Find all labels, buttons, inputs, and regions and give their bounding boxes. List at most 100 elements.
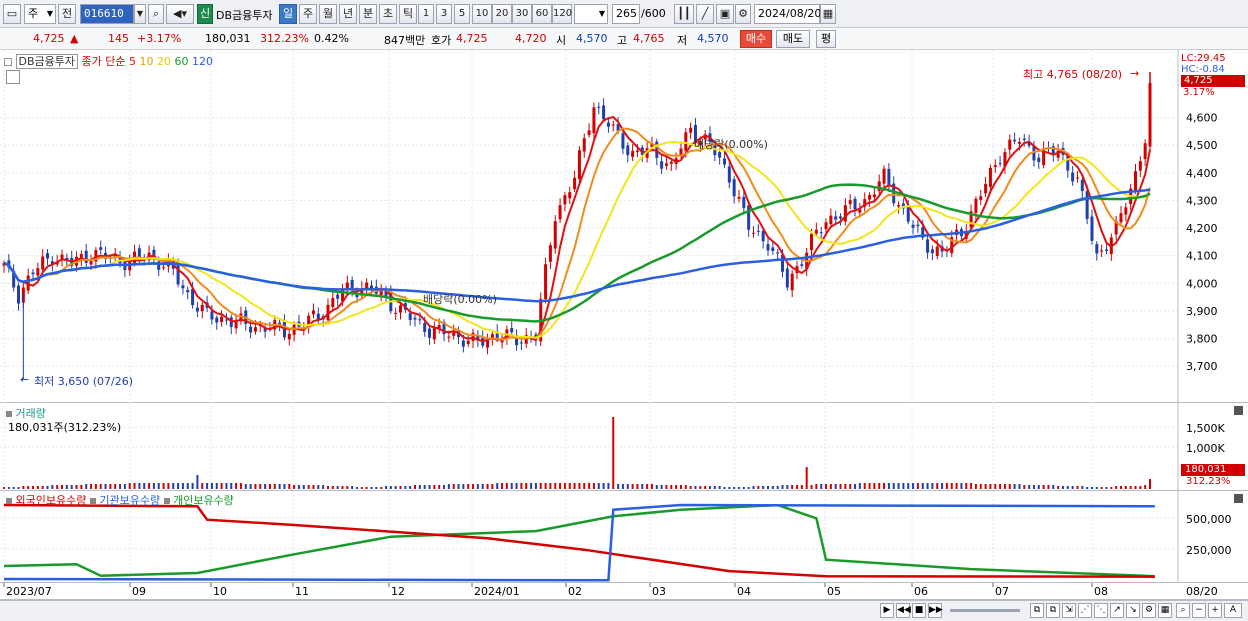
- candle-body: [162, 267, 166, 269]
- sell-button[interactable]: 매도: [776, 30, 810, 48]
- save-icon[interactable]: ▣: [716, 4, 734, 24]
- sound-icon[interactable]: ◀▾: [166, 4, 194, 24]
- candle-body: [215, 317, 219, 323]
- eval-button[interactable]: 평: [816, 30, 836, 48]
- price-change: 145: [108, 32, 129, 45]
- holdings-chart-pane[interactable]: 외국인보유수량 기관보유수량 개인보유수량 500,000 250,000: [0, 491, 1248, 583]
- candle-body: [548, 245, 552, 262]
- interval-3[interactable]: 3: [436, 4, 452, 24]
- tab-daily[interactable]: 일: [279, 4, 297, 24]
- tab-tick[interactable]: 틱: [399, 4, 417, 24]
- period-select[interactable]: 주 ▼: [24, 4, 56, 24]
- volume-chart[interactable]: [0, 403, 1248, 491]
- open-label: 시: [556, 34, 567, 47]
- interval-20[interactable]: 20: [492, 4, 512, 24]
- volume-bar: [747, 487, 750, 489]
- fit-icon[interactable]: ⇲: [1062, 603, 1076, 618]
- current-price-tag: 4,725: [1181, 75, 1245, 87]
- trend-icon[interactable]: ↗: [1110, 603, 1124, 618]
- candle-body: [974, 198, 978, 213]
- price-tick-label: 4,000: [1186, 277, 1218, 290]
- chart-options-icon[interactable]: [6, 70, 20, 84]
- volume-bar: [921, 483, 924, 489]
- candle-body: [587, 130, 591, 135]
- date-input[interactable]: 2024/08/20: [754, 4, 821, 24]
- layout-icon[interactable]: ⧉: [1030, 603, 1044, 618]
- pattern-2-icon[interactable]: ⋱: [1094, 603, 1108, 618]
- chart-menu-icon[interactable]: ▭: [3, 4, 21, 24]
- price-chart-pane[interactable]: 4,600 4,500 4,400 4,300 4,200 4,100 4,000 3,900…: [0, 50, 1248, 403]
- price-grid: [0, 50, 1178, 403]
- volume-bar: [467, 484, 470, 489]
- volume-bar: [646, 484, 649, 489]
- all-button[interactable]: 전: [58, 4, 76, 24]
- interval-60[interactable]: 60: [532, 4, 552, 24]
- legend-box-icon: [163, 498, 170, 504]
- volume-bar: [1037, 485, 1040, 489]
- pattern-icon[interactable]: ⋰: [1078, 603, 1092, 618]
- volume-bar: [810, 485, 813, 489]
- candle-body: [785, 268, 789, 288]
- count-input[interactable]: 265: [612, 4, 640, 24]
- volume-bar: [912, 483, 915, 489]
- tab-monthly[interactable]: 월: [319, 4, 337, 24]
- fast-forward-icon[interactable]: ▶▶: [928, 603, 943, 618]
- candle-body: [848, 200, 852, 205]
- grid-icon[interactable]: ▦: [1158, 603, 1172, 618]
- interval-1[interactable]: 1: [418, 4, 434, 24]
- price-chart[interactable]: 4,600 4,500 4,400 4,300 4,200 4,100 4,000 3,900…: [0, 50, 1248, 403]
- candle-body: [984, 183, 988, 194]
- candle-body: [872, 194, 876, 198]
- trend-2-icon[interactable]: ↘: [1126, 603, 1140, 618]
- x-axis-label: 10: [213, 585, 227, 598]
- layout-2-icon[interactable]: ⧉: [1046, 603, 1060, 618]
- candle-body: [1032, 146, 1036, 161]
- buy-button[interactable]: 매수: [740, 30, 772, 48]
- interval-10[interactable]: 10: [472, 4, 492, 24]
- interval-custom-select[interactable]: ▼: [574, 4, 608, 24]
- candle-body: [766, 244, 770, 251]
- volume-bar: [1081, 486, 1084, 489]
- volume-bar: [36, 486, 39, 489]
- stock-code-input[interactable]: 016610: [80, 4, 134, 24]
- volume-bar: [974, 484, 977, 489]
- interval-5[interactable]: 5: [454, 4, 470, 24]
- zoom-out-icon[interactable]: −: [1192, 603, 1206, 618]
- volume-bar: [776, 486, 779, 489]
- candle-body: [336, 294, 340, 299]
- candle-type-icon[interactable]: ┃┃: [674, 4, 694, 24]
- scroll-right-icon[interactable]: ▶: [880, 603, 894, 618]
- settings-gear-icon[interactable]: ⚙: [735, 4, 751, 24]
- tools-icon[interactable]: ⚙: [1142, 603, 1156, 618]
- interval-120[interactable]: 120: [552, 4, 572, 24]
- tab-minute[interactable]: 분: [359, 4, 377, 24]
- scroll-back-icon[interactable]: ◀◀: [896, 603, 911, 618]
- zoom-slider[interactable]: [950, 609, 1020, 612]
- candle-body: [1090, 216, 1094, 241]
- zoom-in-icon[interactable]: +: [1208, 603, 1222, 618]
- close-pane-icon[interactable]: [1234, 406, 1243, 415]
- search-icon[interactable]: ⌕: [148, 4, 164, 24]
- zoom-search-icon[interactable]: ⌕: [1176, 603, 1190, 618]
- code-dropdown-icon[interactable]: ▼: [134, 4, 146, 24]
- volume-chart-pane[interactable]: 거래량 180,031주(312.23%) 1,500K 1,000K 180,…: [0, 403, 1248, 491]
- close-pane-icon[interactable]: [1234, 494, 1243, 503]
- tab-second[interactable]: 초: [379, 4, 397, 24]
- lc-label: LC:29.45: [1181, 53, 1226, 64]
- candle-body: [906, 207, 910, 222]
- interval-30[interactable]: 30: [512, 4, 532, 24]
- candle-body: [843, 205, 847, 222]
- stop-icon[interactable]: ■: [912, 603, 926, 618]
- volume-bar: [525, 483, 528, 489]
- chevron-down-icon: ▼: [598, 9, 605, 18]
- line-tool-icon[interactable]: ╱: [696, 4, 714, 24]
- tab-weekly[interactable]: 주: [299, 4, 317, 24]
- volume-bar: [1095, 487, 1098, 489]
- font-size-icon[interactable]: A: [1224, 603, 1242, 618]
- tab-yearly[interactable]: 년: [339, 4, 357, 24]
- calendar-icon[interactable]: ▦: [820, 4, 836, 24]
- candle-body: [31, 272, 35, 275]
- volume-bar: [331, 486, 334, 489]
- volume-bar: [520, 483, 523, 489]
- volume-bar: [61, 485, 64, 489]
